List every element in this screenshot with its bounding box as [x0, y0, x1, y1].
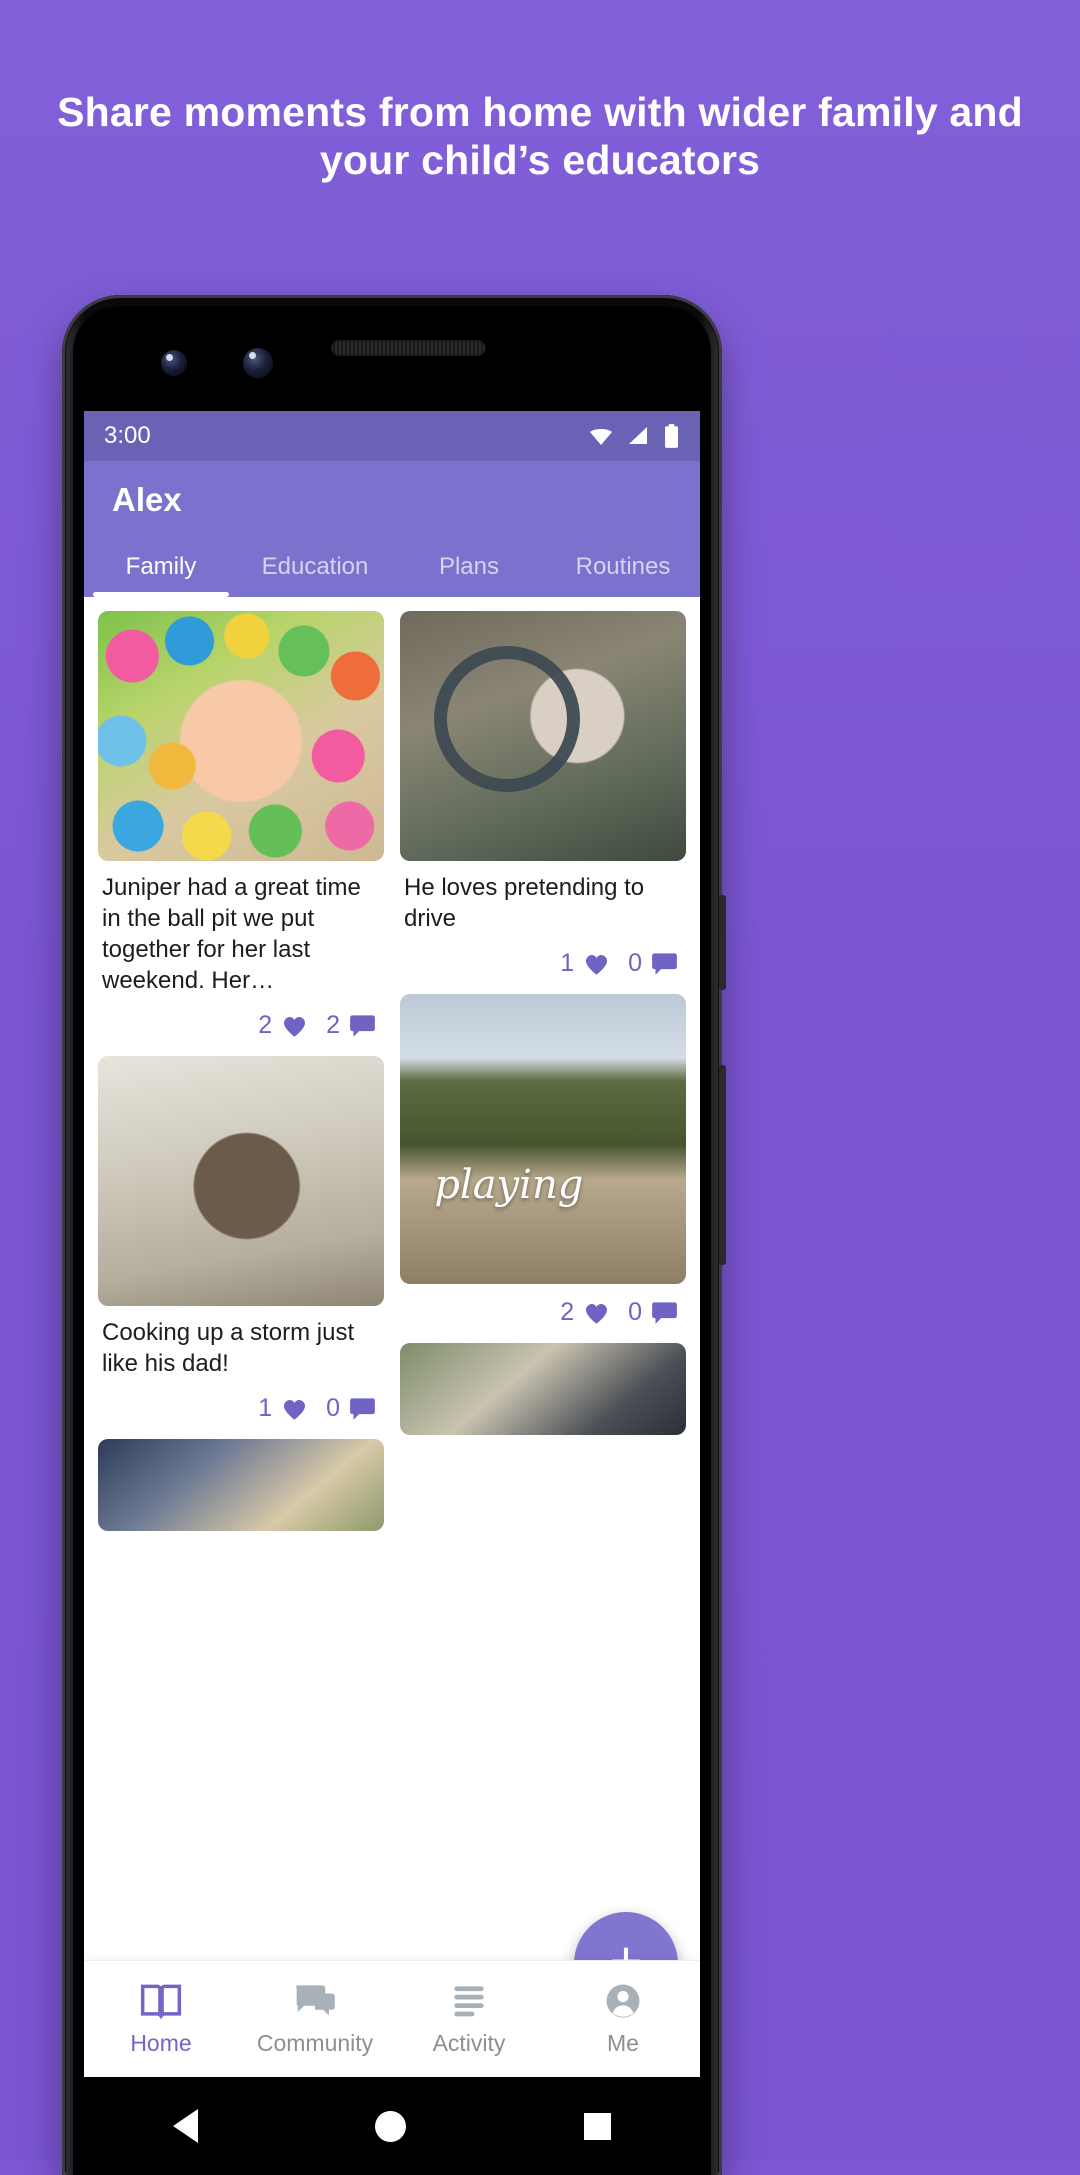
- back-triangle-icon[interactable]: [172, 2109, 198, 2143]
- post-photo[interactable]: [400, 1342, 686, 1435]
- front-camera-1-icon: [161, 350, 187, 376]
- promo-headline: Share moments from home with wider famil…: [57, 89, 1023, 184]
- post-card[interactable]: 2 0: [400, 993, 686, 1333]
- comment-bubble-icon[interactable]: [651, 1300, 678, 1325]
- comment-control[interactable]: 0: [326, 1394, 376, 1423]
- open-book-icon: [140, 1984, 182, 2019]
- tab-education[interactable]: Education: [238, 553, 392, 597]
- battery-icon: [665, 424, 678, 448]
- cell-signal-icon: [629, 427, 647, 444]
- page-title: Alex: [112, 481, 182, 518]
- comment-control[interactable]: 0: [628, 949, 678, 978]
- status-icons: [587, 423, 680, 449]
- post-feed[interactable]: Juniper had a great time in the ball pit…: [84, 597, 700, 2042]
- phone-body: 3:00 Alex Family Education Plans Routine…: [62, 295, 722, 2175]
- comment-bubble-icon[interactable]: [651, 951, 678, 976]
- post-photo[interactable]: [98, 1055, 384, 1306]
- nav-label-me: Me: [607, 2029, 639, 2056]
- comment-count: 0: [326, 1393, 340, 1422]
- like-control[interactable]: 2: [258, 1011, 308, 1040]
- comment-control[interactable]: 2: [326, 1011, 376, 1040]
- post-photo[interactable]: [98, 1438, 384, 1531]
- wifi-icon: [590, 429, 612, 445]
- post-photo[interactable]: [400, 611, 686, 861]
- post-card[interactable]: Juniper had a great time in the ball pit…: [98, 611, 384, 1046]
- like-count: 2: [560, 1297, 575, 1326]
- status-time: 3:00: [104, 422, 151, 449]
- phone-mockup: 3:00 Alex Family Education Plans Routine…: [62, 295, 726, 2175]
- app-bar: Alex Family Education Plans Routines: [84, 461, 700, 597]
- like-control[interactable]: 1: [560, 949, 610, 978]
- nav-item-activity[interactable]: Activity: [392, 1982, 546, 2057]
- status-bar: 3:00: [84, 411, 700, 461]
- like-count: 1: [258, 1393, 273, 1422]
- comment-bubble-icon[interactable]: [349, 1396, 376, 1421]
- nav-label-activity: Activity: [432, 2029, 506, 2056]
- post-photo[interactable]: [400, 993, 686, 1284]
- system-navigation-bar: [84, 2077, 700, 2175]
- feed-column-left: Juniper had a great time in the ball pit…: [98, 611, 384, 2042]
- feed-column-right: He loves pretending to drive 1 0 playing…: [400, 611, 686, 2042]
- comment-bubble-icon[interactable]: [349, 1013, 376, 1038]
- nav-item-community[interactable]: Community: [238, 1982, 392, 2057]
- comment-control[interactable]: 0: [628, 1298, 678, 1327]
- tab-family[interactable]: Family: [84, 553, 238, 597]
- nav-item-home[interactable]: Home: [84, 1982, 238, 2057]
- like-control[interactable]: 2: [560, 1298, 610, 1327]
- post-photo[interactable]: [98, 611, 384, 861]
- bottom-navigation: Home Community Activity Me: [84, 1960, 700, 2077]
- nav-item-me[interactable]: Me: [546, 1982, 700, 2057]
- recents-square-icon[interactable]: [584, 2112, 612, 2140]
- app-screen: 3:00 Alex Family Education Plans Routine…: [84, 411, 700, 2077]
- post-caption: Juniper had a great time in the ball pit…: [102, 874, 361, 994]
- heart-icon[interactable]: [583, 951, 610, 976]
- post-reactions: 2 0: [400, 1284, 686, 1333]
- heart-icon[interactable]: [281, 1396, 308, 1421]
- like-count: 1: [560, 948, 575, 977]
- nav-label-community: Community: [256, 2029, 374, 2056]
- post-reactions: 1 0: [400, 935, 686, 984]
- volume-button[interactable]: [719, 1065, 726, 1265]
- post-reactions: 1 0: [98, 1380, 384, 1429]
- like-count: 2: [258, 1010, 273, 1039]
- person-circle-icon: [606, 1984, 640, 2017]
- post-reactions: 2 2: [98, 997, 384, 1046]
- speech-bubbles-icon: [296, 1984, 335, 2016]
- power-button[interactable]: [719, 895, 726, 990]
- comment-count: 2: [326, 1010, 340, 1039]
- post-card[interactable]: He loves pretending to drive 1 0: [400, 611, 686, 984]
- post-card[interactable]: Cooking up a storm just like his dad! 1 …: [98, 1055, 384, 1429]
- tab-plans[interactable]: Plans: [392, 553, 546, 597]
- list-lines-icon: [454, 1985, 484, 2016]
- front-camera-2-icon: [243, 348, 273, 378]
- heart-icon[interactable]: [583, 1300, 610, 1325]
- comment-count: 0: [628, 948, 642, 977]
- post-caption: Cooking up a storm just like his dad!: [102, 1318, 355, 1377]
- heart-icon[interactable]: [281, 1013, 308, 1038]
- post-caption: He loves pretending to drive: [404, 874, 645, 932]
- nav-label-home: Home: [130, 2029, 192, 2056]
- comment-count: 0: [628, 1297, 642, 1326]
- post-card[interactable]: [98, 1438, 384, 1531]
- phone-screen-area: 3:00 Alex Family Education Plans Routine…: [73, 306, 711, 2175]
- post-card[interactable]: [400, 1342, 686, 1435]
- home-circle-icon[interactable]: [375, 2110, 407, 2142]
- tab-bar: Family Education Plans Routines: [84, 553, 700, 597]
- like-control[interactable]: 1: [258, 1394, 308, 1423]
- earpiece-speaker: [331, 340, 486, 356]
- tab-routines[interactable]: Routines: [546, 553, 700, 597]
